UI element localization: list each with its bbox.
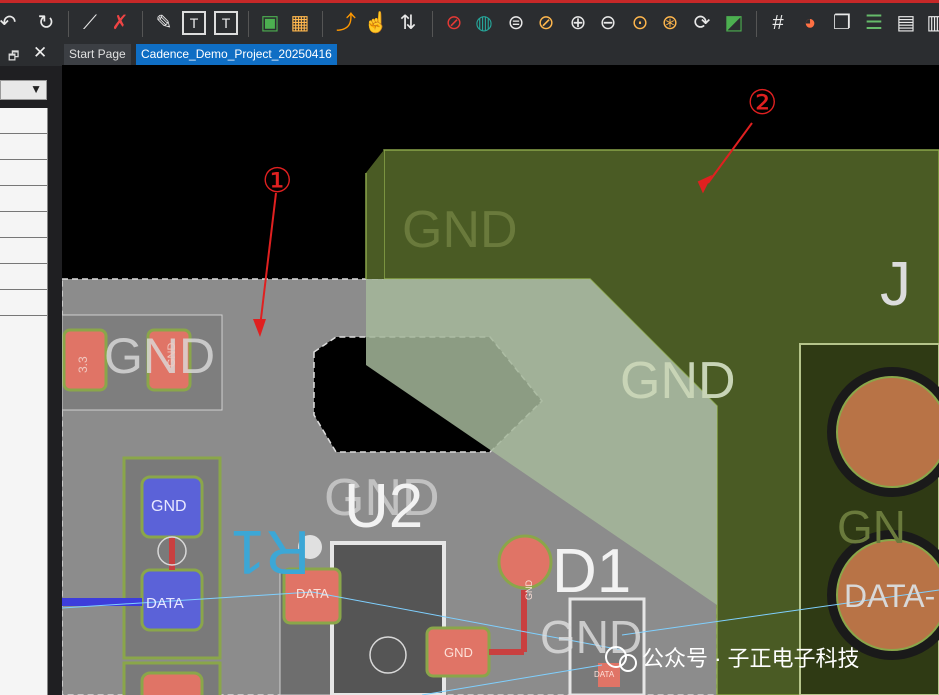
chip-icon[interactable]: ▦: [288, 11, 312, 35]
label-r1-pad-data: DATA: [146, 595, 184, 612]
visibility-icon[interactable]: ❐: [830, 11, 854, 35]
next-pad[interactable]: [140, 671, 204, 695]
drc-icon[interactable]: ⊘: [442, 11, 466, 35]
toolbar-divider: [142, 11, 143, 37]
main-toolbar: ↶ ↻ ⟋ ✗ ✎ T T ▣ ▦ ⤴ ☝ ⇅ ⊘ ◍ ⊜ ⊘ ⊕ ⊖ ⊙ ⊛ …: [0, 0, 939, 42]
list-item[interactable]: [0, 264, 47, 290]
label-u2-pad-data: DATA: [296, 586, 329, 601]
property-list: [0, 108, 48, 695]
tab-project[interactable]: Cadence_Demo_Project_20250416: [136, 44, 337, 65]
zoom-previous-icon[interactable]: ⊙: [628, 11, 652, 35]
close-icon[interactable]: ✕: [33, 43, 47, 63]
tab-start-page[interactable]: Start Page: [64, 44, 131, 65]
redo-icon[interactable]: ↻: [34, 11, 58, 35]
board-icon[interactable]: ◍: [472, 11, 496, 35]
label-d1: D1: [552, 537, 631, 606]
label-d1-pad-gnd: GND: [524, 580, 534, 601]
label-d1-pad-data: DATA: [594, 670, 615, 679]
label-gnd-part: GND: [104, 328, 215, 384]
chevron-down-icon: ▼: [30, 82, 42, 96]
toolbar-divider: [322, 11, 323, 37]
list-item[interactable]: [0, 290, 47, 316]
zoom-fit-icon[interactable]: ⊜: [504, 11, 528, 35]
add-line-icon[interactable]: ✎: [152, 11, 176, 35]
label-pad-33: 3.3: [76, 356, 90, 373]
label-pad-gnd: GND: [166, 343, 178, 368]
hand-route-icon[interactable]: ☝: [364, 11, 389, 35]
refresh-icon[interactable]: ⟳: [690, 11, 714, 35]
edit-text-icon[interactable]: T: [214, 11, 238, 35]
more-icon[interactable]: ▥: [924, 11, 939, 35]
callout-2: ②: [747, 84, 777, 122]
pin-icon[interactable]: ⟋: [78, 11, 102, 35]
swap-icon[interactable]: ⇅: [396, 11, 420, 35]
list-item[interactable]: [0, 160, 47, 186]
route-icon[interactable]: ⤴: [334, 11, 358, 35]
list-item[interactable]: [0, 134, 47, 160]
label-conn-data: DATA-: [844, 578, 935, 614]
toolbar-divider: [432, 11, 433, 37]
list-item[interactable]: [0, 108, 47, 134]
zoom-world-icon[interactable]: ⊛: [658, 11, 682, 35]
3d-view-icon[interactable]: ◩: [722, 11, 746, 35]
label-r1-pad-gnd: GND: [151, 498, 187, 515]
toolbar-divider: [756, 11, 757, 37]
report-icon[interactable]: ▤: [894, 11, 918, 35]
label-u2-pad-gnd: GND: [444, 645, 473, 660]
document-tabs: Start Page Cadence_Demo_Project_20250416: [62, 42, 939, 65]
zoom-in-icon[interactable]: ⊕: [566, 11, 590, 35]
watermark-text: 公众号 · 子正电子科技: [642, 646, 860, 671]
label-j: J: [880, 250, 911, 319]
add-text-icon[interactable]: T: [182, 11, 206, 35]
label-gnd-pour: GND: [402, 201, 518, 259]
zoom-area-icon[interactable]: ⊘: [534, 11, 558, 35]
color-icon[interactable]: ◕: [798, 11, 822, 35]
undo-icon[interactable]: ↶: [0, 11, 20, 35]
list-item[interactable]: [0, 186, 47, 212]
label-gnd-overlap: GND: [620, 352, 736, 410]
unpin-icon[interactable]: ✗: [108, 11, 132, 35]
grid-icon[interactable]: #: [766, 11, 790, 35]
toolbar-divider: [68, 11, 69, 37]
connector-pad-1[interactable]: [836, 376, 939, 488]
panel-dropdown[interactable]: ▼: [0, 80, 47, 100]
label-r1: R1: [231, 517, 310, 586]
side-panel: 🗗 ✕ ▼: [0, 42, 62, 695]
callout-1: ①: [262, 162, 292, 200]
label-conn-gnd: GN: [837, 501, 906, 553]
panel-header: 🗗 ✕: [0, 42, 62, 66]
layers-icon[interactable]: ☰: [862, 11, 886, 35]
pcb-canvas[interactable]: GND GND GND J GND U2 R1 D1 GND 3.3 GND G…: [62, 65, 939, 695]
list-item[interactable]: [0, 238, 47, 264]
zoom-out-icon[interactable]: ⊖: [596, 11, 620, 35]
label-u2: U2: [344, 472, 423, 541]
list-item[interactable]: [0, 212, 47, 238]
watermark: 公众号 · 子正电子科技: [605, 646, 860, 672]
component-icon[interactable]: ▣: [258, 11, 282, 35]
toolbar-divider: [248, 11, 249, 37]
float-icon[interactable]: 🗗: [8, 47, 19, 68]
